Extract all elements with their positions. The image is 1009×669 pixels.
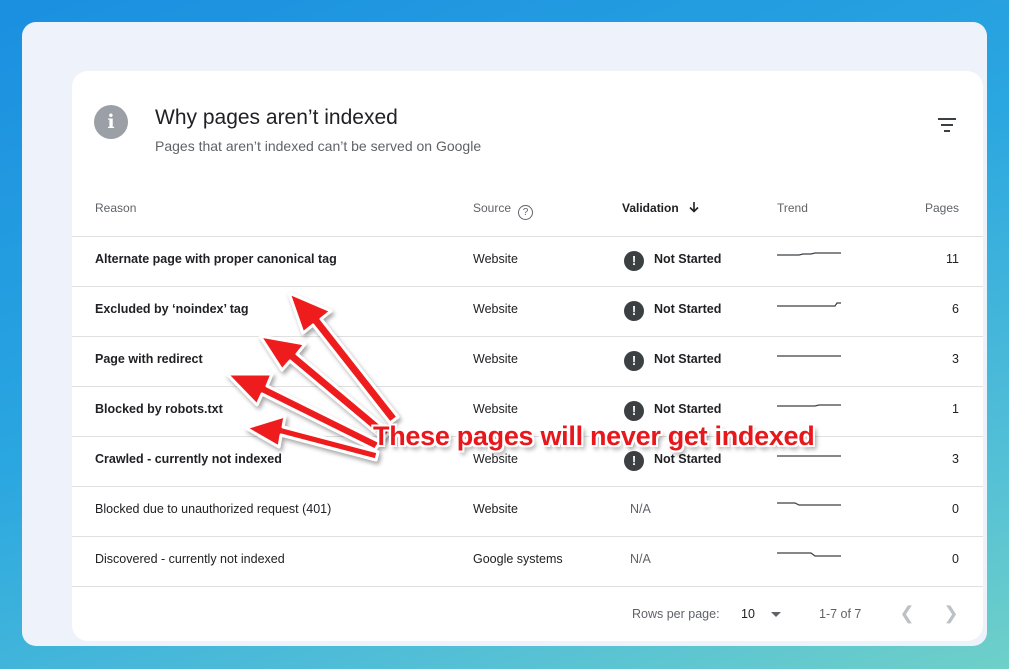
annotation-arrows bbox=[225, 291, 400, 462]
annotation-callout: These pages will never get indexed bbox=[373, 421, 815, 451]
report-card: i Why pages aren’t indexed Pages that ar… bbox=[72, 71, 983, 641]
outer-frame: i Why pages aren’t indexed Pages that ar… bbox=[22, 22, 987, 646]
